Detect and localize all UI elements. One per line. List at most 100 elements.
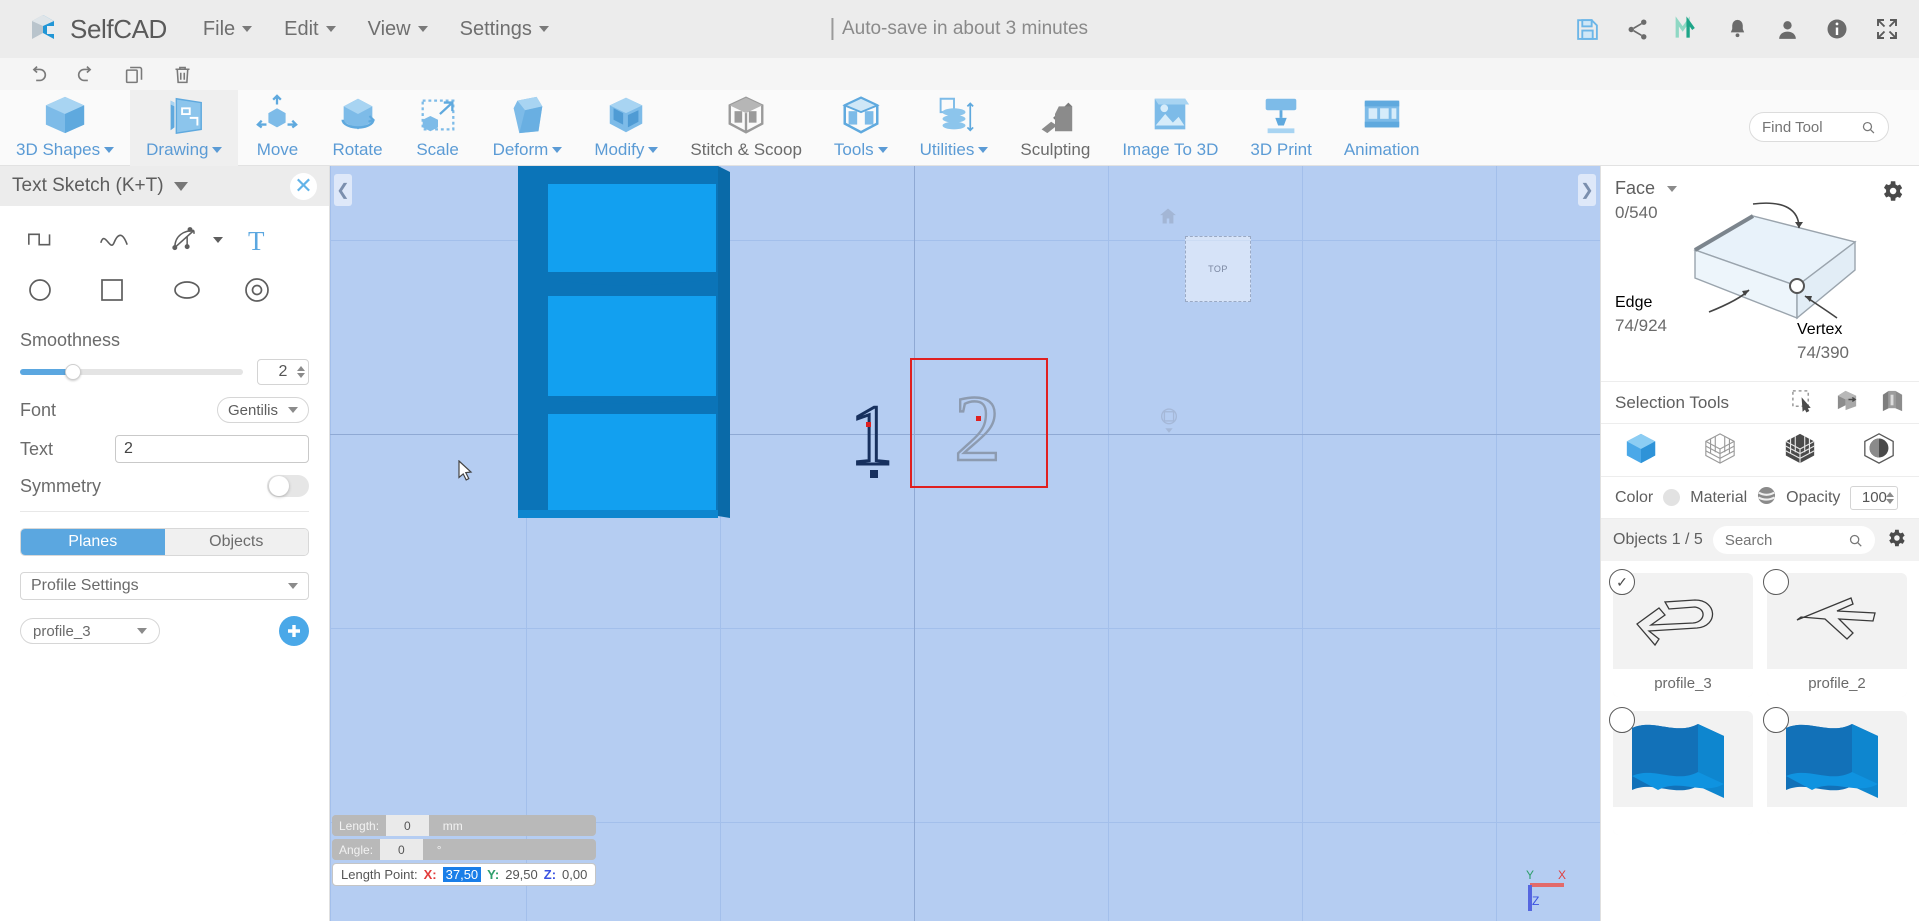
profile-settings-select[interactable]: Profile Settings <box>20 572 309 600</box>
model-geometry[interactable] <box>518 166 773 531</box>
view-cube-icon[interactable] <box>1158 406 1180 439</box>
ring-tool-icon[interactable] <box>237 272 309 308</box>
symmetry-toggle[interactable] <box>267 475 309 497</box>
find-tool-input[interactable] <box>1762 118 1862 136</box>
home-view-icon[interactable] <box>1158 206 1178 231</box>
collapse-left-panel-button[interactable]: ❮ <box>334 174 352 206</box>
redo-button[interactable] <box>62 58 110 90</box>
angle-value[interactable]: 0 <box>380 839 423 860</box>
close-icon[interactable]: ✕ <box>290 172 317 200</box>
stepper-down-icon[interactable] <box>1886 498 1895 504</box>
stepper-down-icon[interactable] <box>297 373 305 378</box>
length-field[interactable]: Length: 0 mm <box>332 815 597 836</box>
length-value[interactable]: 0 <box>386 815 429 836</box>
3d-viewport[interactable]: ❮ ❯ TOP 1 2 Length: 0 mm Angle: 0 ° Leng… <box>330 166 1600 921</box>
brand-logo[interactable]: SelfCAD <box>28 12 167 46</box>
smoothness-stepper[interactable]: 2 <box>257 359 309 385</box>
text-input[interactable] <box>115 435 309 463</box>
collapse-right-panel-button[interactable]: ❯ <box>1578 174 1596 206</box>
object-card[interactable] <box>1609 707 1753 835</box>
x-value[interactable]: 37,50 <box>442 867 482 882</box>
through-select-icon[interactable] <box>1880 388 1905 418</box>
object-card[interactable]: ✓ profile_3 <box>1609 569 1753 697</box>
ribbon-rotate[interactable]: Rotate <box>316 90 398 166</box>
objects-search-input[interactable] <box>1724 531 1848 549</box>
box-select-icon[interactable] <box>1835 388 1860 418</box>
color-swatch[interactable] <box>1663 489 1681 506</box>
stepper-up-icon[interactable] <box>1886 491 1895 497</box>
chevron-down-icon[interactable] <box>173 181 188 191</box>
share-icon[interactable] <box>1623 15 1651 43</box>
ribbon-image-to-3d[interactable]: Image To 3D <box>1106 90 1234 166</box>
length-point-field[interactable]: Length Point: X: 37,50 Y: 29,50 Z: 0,00 <box>332 863 597 886</box>
user-account-icon[interactable] <box>1773 15 1801 43</box>
circle-tool-icon[interactable] <box>20 272 92 308</box>
smoothness-slider[interactable] <box>20 364 243 380</box>
shaded-sphere-mode-icon[interactable] <box>1862 431 1896 470</box>
object-card[interactable]: profile_2 <box>1763 569 1907 697</box>
object-selected-checkbox[interactable]: ✓ <box>1609 569 1635 595</box>
menu-file[interactable]: File <box>203 18 253 41</box>
tab-objects[interactable]: Objects <box>164 529 308 555</box>
ribbon-drawing[interactable]: Drawing <box>130 90 239 166</box>
object-selected-checkbox[interactable] <box>1609 707 1635 733</box>
gear-icon[interactable] <box>1879 178 1905 209</box>
objects-settings-gear-icon[interactable] <box>1885 527 1907 554</box>
ribbon-sculpting[interactable]: Sculpting <box>1004 90 1106 166</box>
ribbon-3d-print[interactable]: 3D Print <box>1234 90 1327 166</box>
sketch-text-2[interactable]: 2 <box>910 358 1048 493</box>
menu-settings[interactable]: Settings <box>460 18 549 41</box>
fullscreen-icon[interactable] <box>1873 15 1901 43</box>
duplicate-button[interactable] <box>110 58 158 90</box>
ribbon-3d-shapes[interactable]: 3D Shapes <box>0 90 130 166</box>
spline-tool-icon[interactable] <box>92 222 164 258</box>
ribbon-scale[interactable]: Scale <box>399 90 477 166</box>
ribbon-deform[interactable]: Deform <box>477 90 579 166</box>
delete-button[interactable] <box>158 58 206 90</box>
menu-view[interactable]: View <box>368 18 428 41</box>
rectangle-select-icon[interactable] <box>1790 388 1815 418</box>
polyline-tool-icon[interactable] <box>20 222 92 258</box>
ellipse-tool-icon[interactable] <box>165 272 237 308</box>
m-logo-icon[interactable] <box>1673 15 1701 43</box>
ribbon-modify[interactable]: Modify <box>578 90 674 166</box>
font-select[interactable]: Gentilis <box>217 397 309 423</box>
ribbon-tools[interactable]: Tools <box>818 90 904 166</box>
left-panel-title-wrap[interactable]: Text Sketch (K+T) <box>12 175 188 197</box>
object-card[interactable] <box>1763 707 1907 835</box>
slider-handle[interactable] <box>64 364 81 380</box>
solid-shading-mode-icon[interactable] <box>1624 431 1658 470</box>
grid-shading-mode-icon[interactable] <box>1783 431 1817 470</box>
tab-planes[interactable]: Planes <box>21 529 165 555</box>
object-selected-checkbox[interactable] <box>1763 707 1789 733</box>
add-profile-button[interactable] <box>279 616 309 646</box>
ribbon-stitch-scoop[interactable]: Stitch & Scoop <box>674 90 818 166</box>
top-plane-gizmo[interactable]: TOP <box>1185 236 1251 302</box>
info-icon[interactable] <box>1823 15 1851 43</box>
ribbon-animation[interactable]: Animation <box>1328 90 1436 166</box>
ribbon-move[interactable]: Move <box>238 90 316 166</box>
ribbon-utilities[interactable]: Utilities <box>904 90 1005 166</box>
text-tool-icon[interactable]: T <box>237 222 309 258</box>
face-label-wrap[interactable]: Face <box>1615 178 1678 199</box>
rectangle-tool-icon[interactable] <box>92 272 164 308</box>
object-selected-checkbox[interactable] <box>1763 569 1789 595</box>
menu-edit[interactable]: Edit <box>284 18 336 41</box>
save-icon[interactable] <box>1573 15 1601 43</box>
wireframe-shading-mode-icon[interactable] <box>1703 431 1737 470</box>
undo-button[interactable] <box>14 58 62 90</box>
angle-field[interactable]: Angle: 0 ° <box>332 839 597 860</box>
opacity-stepper[interactable]: 100 <box>1850 485 1899 510</box>
find-tool-search[interactable] <box>1749 112 1889 142</box>
stepper-up-icon[interactable] <box>297 366 305 371</box>
objects-search[interactable] <box>1712 526 1875 554</box>
axis-gizmo[interactable]: Y X Z <box>1520 863 1578 915</box>
sketch-text-1[interactable]: 1 <box>846 386 896 488</box>
chevron-down-icon[interactable] <box>1667 185 1678 192</box>
material-sphere-icon[interactable] <box>1757 486 1776 510</box>
y-value[interactable]: 29,50 <box>505 867 538 882</box>
profile-select[interactable]: profile_3 <box>20 618 160 644</box>
chevron-down-icon[interactable] <box>212 237 223 243</box>
notifications-bell-icon[interactable] <box>1723 15 1751 43</box>
arc-tool-icon[interactable] <box>165 222 237 258</box>
